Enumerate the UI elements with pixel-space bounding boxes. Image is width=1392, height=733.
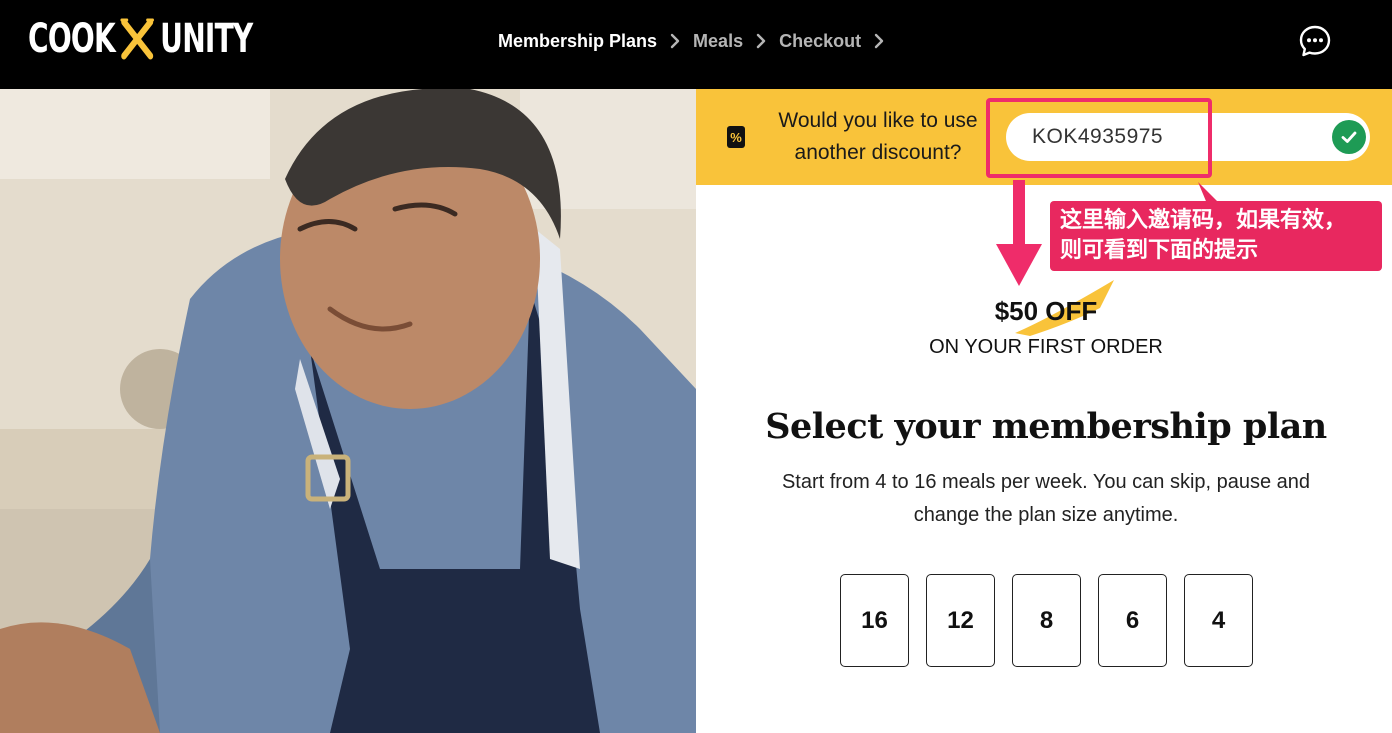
plan-title: Select your membership plan: [765, 406, 1327, 447]
offer-subtitle: ON YOUR FIRST ORDER: [929, 336, 1163, 358]
plan-size-options: 16 12 8 6 4: [840, 574, 1253, 667]
chevron-right-icon: [755, 33, 767, 49]
plan-description: Start from 4 to 16 meals per week. You c…: [781, 471, 1311, 526]
logo-text-right: UNITY: [160, 16, 253, 62]
percent-tag-icon: %: [727, 126, 745, 148]
plan-option-6[interactable]: 6: [1098, 574, 1167, 667]
plan-option-12[interactable]: 12: [926, 574, 995, 667]
top-bar: COOK UNITY Membership Plans Meals Checko…: [0, 0, 1392, 89]
plan-option-4[interactable]: 4: [1184, 574, 1253, 667]
breadcrumb-membership-plans[interactable]: Membership Plans: [498, 31, 657, 52]
chat-bubble-icon[interactable]: [1298, 24, 1332, 58]
offer-amount: $50 OFF: [994, 296, 1098, 326]
chevron-right-icon: [669, 33, 681, 49]
hero-chef-photo: [0, 89, 696, 733]
chevron-right-icon: [873, 33, 885, 49]
plan-option-16[interactable]: 16: [840, 574, 909, 667]
plan-option-8[interactable]: 8: [1012, 574, 1081, 667]
logo-text-left: COOK: [28, 16, 116, 62]
cookunity-logo[interactable]: COOK UNITY: [28, 16, 253, 62]
annotation-note-line-1: 这里输入邀请码，如果有效，: [1060, 208, 1347, 233]
breadcrumb-meals[interactable]: Meals: [693, 31, 743, 52]
annotation-note-line-2: 则可看到下面的提示: [1060, 238, 1259, 263]
annotation-highlight-box: [986, 98, 1212, 178]
discount-question: Would you like to use another discount?: [778, 109, 978, 164]
logo-x-icon: [120, 18, 156, 60]
breadcrumb: Membership Plans Meals Checkout: [498, 28, 885, 54]
check-circle-icon: [1332, 120, 1366, 154]
breadcrumb-checkout[interactable]: Checkout: [779, 31, 861, 52]
annotation-note: 这里输入邀请码，如果有效， 则可看到下面的提示: [1050, 201, 1382, 271]
